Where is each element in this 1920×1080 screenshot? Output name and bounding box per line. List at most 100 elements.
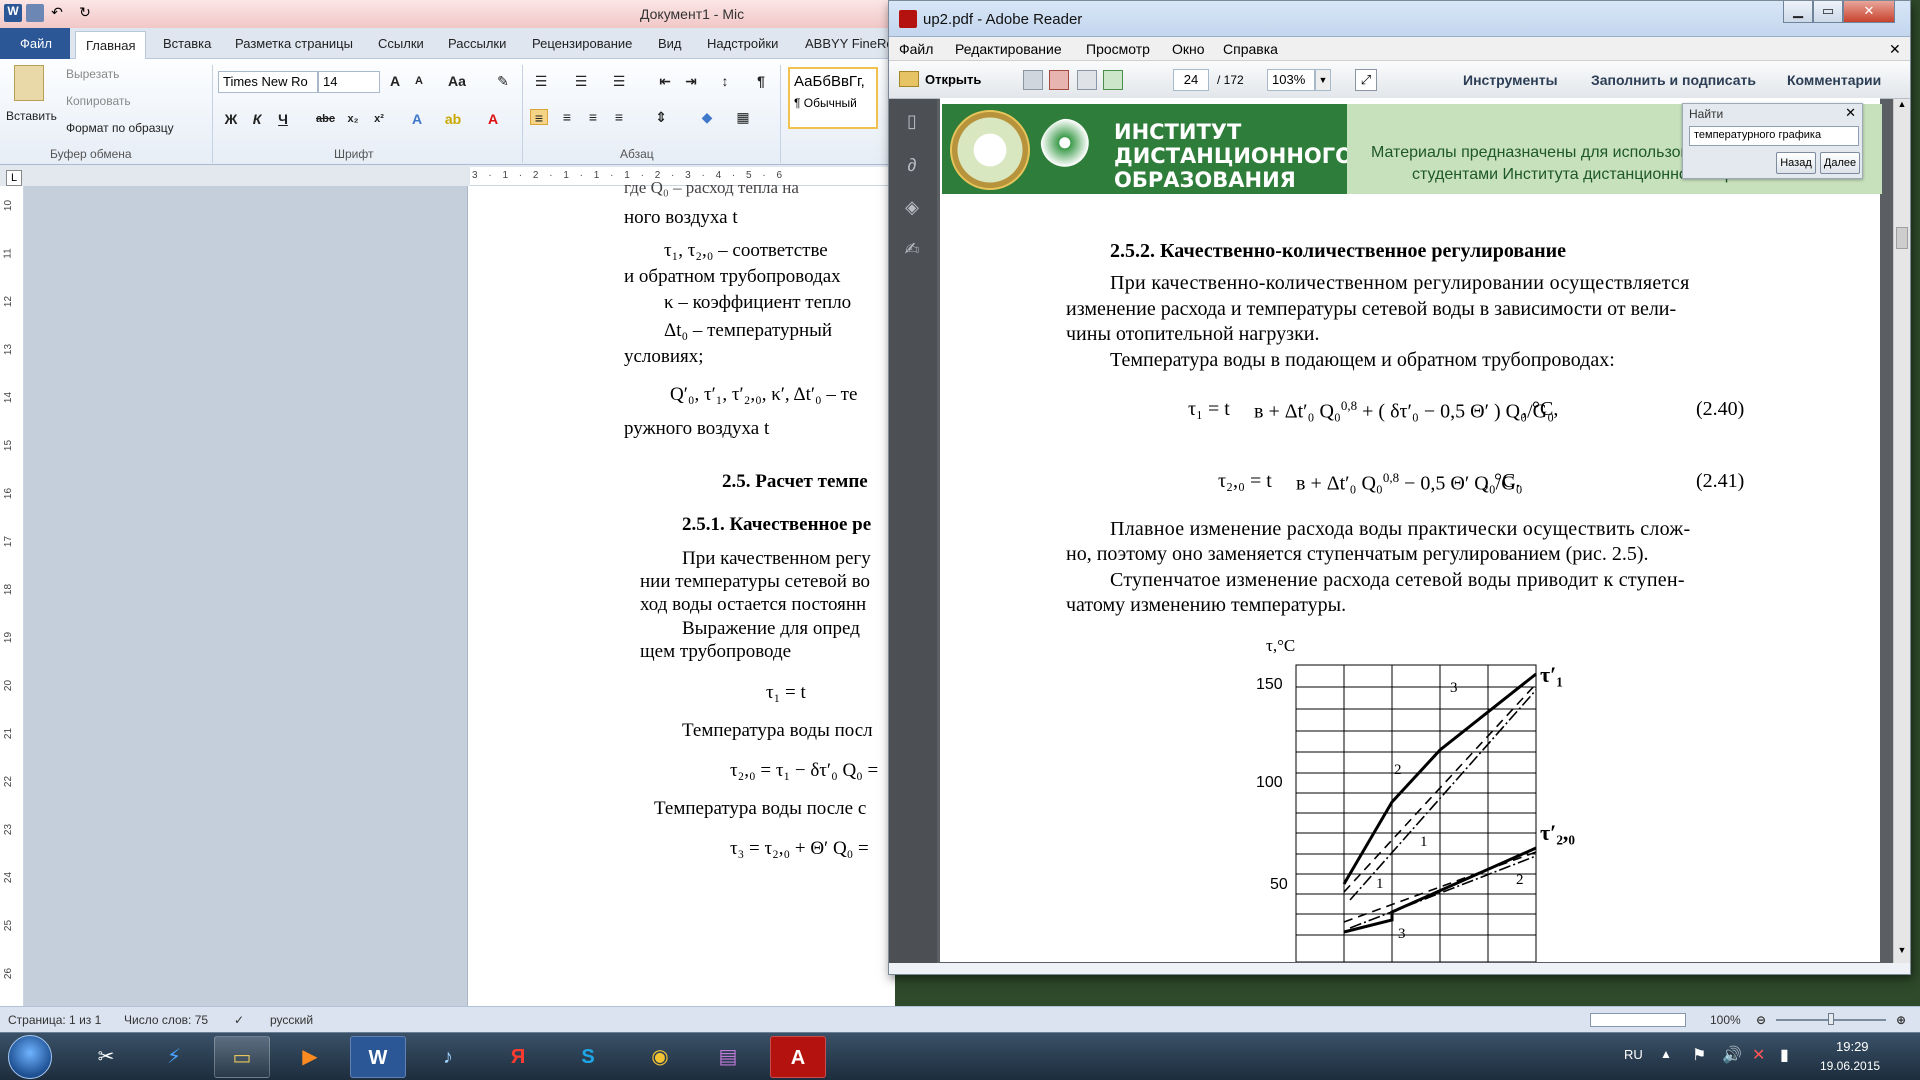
strikethrough-icon[interactable]: abc <box>316 111 335 127</box>
borders-icon[interactable]: ▦ <box>734 109 752 125</box>
undo-icon[interactable]: ↶ <box>48 4 66 22</box>
text-effects-icon[interactable]: A <box>408 111 426 127</box>
tab-page-layout[interactable]: Разметка страницы <box>235 36 353 51</box>
tab-file[interactable]: Файл <box>0 28 70 59</box>
menu-edit[interactable]: Редактирование <box>955 41 1062 57</box>
adobe-app-icon[interactable] <box>899 10 917 28</box>
find-back-button[interactable]: Назад <box>1776 152 1816 174</box>
close-doc-icon[interactable]: ✕ <box>1889 41 1901 58</box>
language[interactable]: русский <box>270 1013 313 1027</box>
page-count[interactable]: Страница: 1 из 1 <box>8 1013 101 1027</box>
signatures-icon[interactable]: ✍ <box>901 239 923 261</box>
explorer-icon[interactable]: ▭ <box>214 1036 270 1078</box>
align-right-icon[interactable]: ≡ <box>584 109 602 125</box>
tab-insert[interactable]: Вставка <box>163 36 211 51</box>
find-next-button[interactable]: Далее <box>1820 152 1860 174</box>
zoom-out-icon[interactable]: ⊖ <box>1756 1013 1766 1027</box>
skype-icon[interactable]: S <box>560 1036 616 1078</box>
font-size-box[interactable]: 14 <box>318 71 380 93</box>
minimize-button[interactable]: ▁ <box>1783 1 1813 23</box>
zoom-slider-thumb[interactable] <box>1828 1013 1834 1025</box>
open-button[interactable]: Открыть <box>925 72 981 87</box>
bold-icon[interactable]: Ж <box>222 111 240 127</box>
winrar-icon[interactable]: ▤ <box>700 1036 756 1078</box>
clock-time[interactable]: 19:29 <box>1836 1039 1869 1054</box>
scroll-up-icon[interactable]: ▲ <box>1894 99 1910 115</box>
highlight-icon[interactable]: ab <box>444 111 462 127</box>
clock-date[interactable]: 19.06.2015 <box>1820 1059 1880 1073</box>
tab-references[interactable]: Ссылки <box>378 36 424 51</box>
save-icon[interactable] <box>26 4 44 22</box>
redo-icon[interactable]: ↻ <box>76 4 94 22</box>
tab-addins[interactable]: Надстройки <box>707 36 778 51</box>
input-language[interactable]: RU <box>1624 1047 1643 1062</box>
fit-page-icon[interactable]: ⤢ <box>1355 69 1377 91</box>
increase-indent-icon[interactable]: ⇥ <box>682 73 700 89</box>
cloud-upload-icon[interactable] <box>1103 70 1123 90</box>
align-left-icon[interactable]: ≡ <box>530 109 548 126</box>
action-center-icon[interactable]: ⚑ <box>1692 1045 1706 1065</box>
tab-mailings[interactable]: Рассылки <box>448 36 506 51</box>
scroll-thumb[interactable] <box>1896 227 1908 249</box>
taskbar-app-icon[interactable]: ⚡ <box>146 1036 202 1078</box>
scroll-down-icon[interactable]: ▼ <box>1894 945 1910 961</box>
layers-icon[interactable]: ◈ <box>901 197 923 219</box>
media-player-icon[interactable]: ▶ <box>282 1036 338 1078</box>
shading-icon[interactable]: ◆ <box>698 109 716 125</box>
grow-font-icon[interactable]: A <box>386 73 404 89</box>
cut-button[interactable]: Вырезать <box>66 67 119 81</box>
clear-formatting-icon[interactable]: ✎ <box>494 73 512 89</box>
folder-icon[interactable] <box>899 71 919 87</box>
document-page[interactable]: где Q₀ – расход тепла на ного воздуха t … <box>467 178 895 1006</box>
create-pdf-icon[interactable] <box>1023 70 1043 90</box>
bullets-icon[interactable]: ☰ <box>532 73 550 89</box>
tab-home[interactable]: Главная <box>75 31 147 60</box>
pdf-export-icon[interactable] <box>1049 70 1069 90</box>
view-buttons[interactable] <box>1590 1013 1686 1027</box>
word-taskbar-icon[interactable]: W <box>350 1036 406 1078</box>
zoom-dropdown-icon[interactable]: ▼ <box>1315 69 1331 91</box>
close-button[interactable]: ✕ <box>1843 1 1895 23</box>
yandex-icon[interactable]: Я <box>490 1036 546 1078</box>
shrink-font-icon[interactable]: A <box>410 73 428 89</box>
page-thumbnails-icon[interactable]: ▯ <box>901 111 923 133</box>
line-spacing-icon[interactable]: ⇕ <box>652 109 670 125</box>
vertical-ruler[interactable]: 10 11 12 13 14 15 16 17 18 19 20 21 22 23 24 25 26 <box>0 186 24 1006</box>
find-close-icon[interactable]: ✕ <box>1845 105 1856 121</box>
adobe-taskbar-icon[interactable]: A <box>770 1036 826 1078</box>
change-case-icon[interactable]: Aa <box>448 73 466 89</box>
paste-icon[interactable] <box>14 65 44 101</box>
format-painter-button[interactable]: Формат по образцу <box>66 121 174 135</box>
proofing-icon[interactable]: ✓ <box>234 1013 244 1027</box>
find-input[interactable]: температурного графика <box>1689 126 1859 146</box>
volume-icon[interactable]: 🔊 <box>1722 1045 1742 1065</box>
tab-review[interactable]: Рецензирование <box>532 36 632 51</box>
taskbar-app-icon[interactable]: ✂ <box>78 1036 134 1078</box>
tab-selector[interactable]: L <box>6 170 22 186</box>
underline-icon[interactable]: Ч <box>274 111 292 127</box>
paste-button[interactable]: Вставить <box>6 109 57 123</box>
zoom-input[interactable]: 103% <box>1267 69 1315 91</box>
zoom-in-icon[interactable]: ⊕ <box>1896 1013 1906 1027</box>
page-number-input[interactable]: 24 <box>1173 69 1209 91</box>
attachments-icon[interactable]: ∂ <box>901 155 923 177</box>
chrome-icon[interactable]: ◉ <box>632 1036 688 1078</box>
start-button[interactable] <box>8 1035 52 1079</box>
word-count[interactable]: Число слов: 75 <box>124 1013 208 1027</box>
network-icon[interactable]: ✕ <box>1752 1045 1765 1065</box>
justify-icon[interactable]: ≡ <box>610 109 628 125</box>
numbering-icon[interactable]: ☰ <box>572 73 590 89</box>
zoom-level[interactable]: 100% <box>1710 1013 1741 1027</box>
pilcrow-icon[interactable]: ¶ <box>752 73 770 89</box>
edit-icon[interactable] <box>1077 70 1097 90</box>
comments-link[interactable]: Комментарии <box>1787 72 1881 88</box>
show-hidden-icons-icon[interactable]: ▲ <box>1660 1047 1672 1061</box>
power-icon[interactable]: ▮ <box>1780 1045 1789 1065</box>
menu-help[interactable]: Справка <box>1223 41 1278 57</box>
audio-icon[interactable]: ♪ <box>420 1036 476 1078</box>
tab-abbyy[interactable]: ABBYY FineRe <box>805 36 894 51</box>
multilevel-list-icon[interactable]: ☰ <box>610 73 628 89</box>
menu-file[interactable]: Файл <box>899 41 933 57</box>
font-name-box[interactable]: Times New Ro <box>218 71 318 93</box>
fill-sign-link[interactable]: Заполнить и подписать <box>1591 72 1756 88</box>
